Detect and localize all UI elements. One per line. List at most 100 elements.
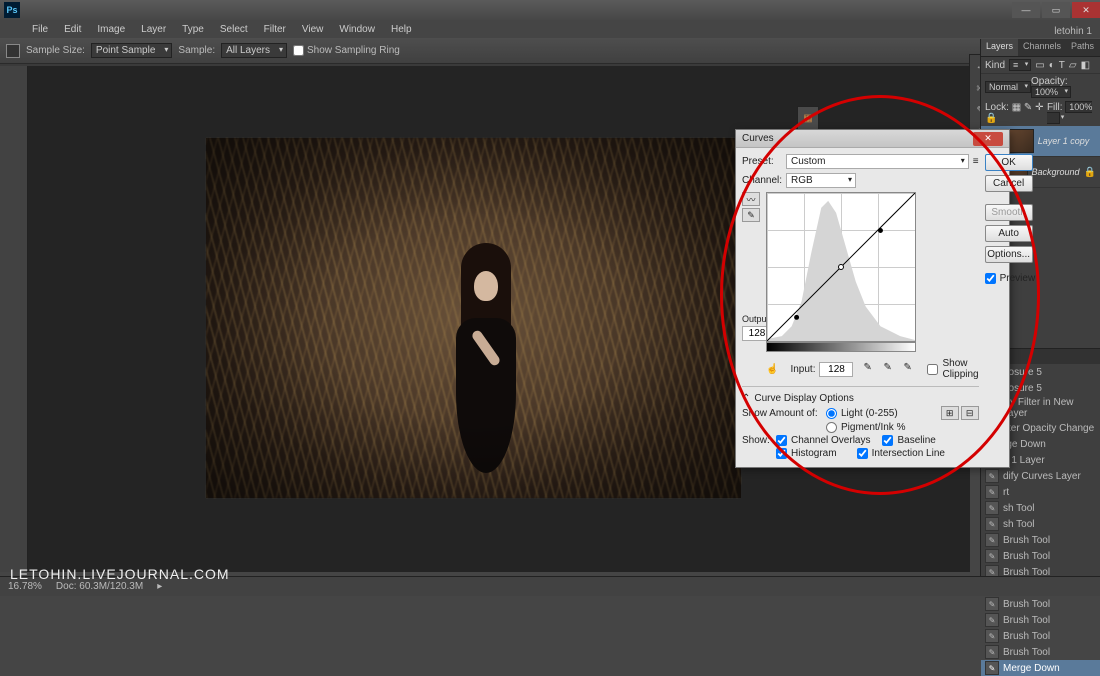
filter-adjust-icon[interactable]: ◐ (1049, 60, 1055, 71)
history-step-label: Merge Down (1003, 663, 1060, 674)
history-item[interactable]: ✎Brush Tool (981, 596, 1100, 612)
lock-pixels-icon[interactable]: ✎ (1024, 102, 1032, 113)
auto-button[interactable]: Auto (985, 225, 1033, 242)
menu-bar: File Edit Image Layer Type Select Filter… (0, 20, 1100, 38)
preset-menu-icon[interactable]: ≡ (973, 156, 979, 167)
history-item[interactable]: ✎Brush Tool (981, 532, 1100, 548)
history-step-label: Brush Tool (1003, 599, 1050, 610)
history-step-icon: ✎ (985, 501, 999, 515)
tab-paths[interactable]: Paths (1066, 39, 1099, 56)
history-item[interactable]: ✎dify Curves Layer (981, 468, 1100, 484)
history-item[interactable]: ✎Merge Down (981, 660, 1100, 676)
workspace-selector[interactable]: letohin 1 (1054, 26, 1092, 37)
blend-mode-select[interactable]: Normal (985, 81, 1031, 93)
sample-label: Sample: (178, 45, 215, 56)
history-step-label: Brush Tool (1003, 535, 1050, 546)
history-step-icon: ✎ (985, 517, 999, 531)
menu-type[interactable]: Type (174, 22, 212, 37)
dialog-close-button[interactable]: ✕ (973, 132, 1003, 146)
history-item[interactable]: ✎rt (981, 484, 1100, 500)
menu-select[interactable]: Select (212, 22, 256, 37)
filter-pixel-icon[interactable]: ▭ (1035, 60, 1044, 71)
lock-position-icon[interactable]: ✛ (1035, 102, 1043, 113)
show-ring-checkbox[interactable] (293, 45, 304, 56)
history-item[interactable]: ✎Brush Tool (981, 548, 1100, 564)
curve-pencil-tool-icon[interactable]: ✎ (742, 208, 760, 222)
ok-button[interactable]: OK (985, 154, 1033, 171)
preset-label: Preset: (742, 156, 782, 167)
document-image (206, 138, 741, 498)
history-step-label: sh Tool (1003, 503, 1035, 514)
grid-simple-icon[interactable]: ⊞ (941, 406, 959, 420)
collapsed-panel-icon[interactable]: ▦ (797, 106, 819, 130)
preset-select[interactable]: Custom (786, 154, 969, 169)
curve-point-tool-icon[interactable]: 〰 (742, 192, 760, 206)
menu-layer[interactable]: Layer (133, 22, 174, 37)
history-item[interactable]: ✎Brush Tool (981, 644, 1100, 660)
window-close[interactable]: ✕ (1072, 2, 1100, 18)
histogram-checkbox[interactable] (776, 448, 787, 459)
opacity-input[interactable]: 100% (1031, 86, 1071, 98)
lock-transparent-icon[interactable]: ▦ (1012, 102, 1021, 113)
input-label: Input: (790, 364, 815, 375)
menu-window[interactable]: Window (331, 22, 383, 37)
options-button[interactable]: Options... (985, 246, 1033, 263)
expand-icon[interactable]: ⌃ (742, 393, 750, 404)
light-radio[interactable] (826, 408, 837, 419)
channel-overlays-checkbox[interactable] (776, 435, 787, 446)
white-point-eyedropper-icon[interactable]: ✎ (903, 362, 917, 376)
sample-size-select[interactable]: Point Sample (91, 43, 172, 58)
channel-overlays-label: Channel Overlays (791, 435, 870, 446)
menu-help[interactable]: Help (383, 22, 420, 37)
sample-select[interactable]: All Layers (221, 43, 287, 58)
pigment-label: Pigment/Ink % (841, 422, 905, 433)
preview-checkbox[interactable] (985, 273, 996, 284)
channel-label: Channel: (742, 175, 782, 186)
input-gradient[interactable] (766, 342, 916, 352)
window-minimize[interactable]: — (1012, 2, 1040, 18)
history-item[interactable]: ✎Brush Tool (981, 628, 1100, 644)
menu-view[interactable]: View (294, 22, 332, 37)
menu-edit[interactable]: Edit (56, 22, 89, 37)
show-label: Show: (742, 435, 772, 446)
history-item[interactable]: ✎ sh Tool (981, 500, 1100, 516)
cancel-button[interactable]: Cancel (985, 175, 1033, 192)
input-input[interactable] (819, 362, 853, 377)
channel-select[interactable]: RGB (786, 173, 856, 188)
app-logo: Ps (4, 2, 20, 18)
baseline-checkbox[interactable] (882, 435, 893, 446)
intersection-checkbox[interactable] (857, 448, 868, 459)
menu-file[interactable]: File (24, 22, 56, 37)
lock-all-icon[interactable]: 🔒 (985, 113, 997, 124)
histogram-label: Histogram (791, 448, 837, 459)
history-item[interactable]: ✎Brush Tool (981, 612, 1100, 628)
smooth-button[interactable]: Smooth (985, 204, 1033, 221)
left-toolbar (0, 66, 28, 572)
on-image-tool-icon[interactable]: ☝ (766, 364, 778, 375)
filter-shape-icon[interactable]: ▱ (1069, 60, 1077, 71)
window-maximize[interactable]: ▭ (1042, 2, 1070, 18)
layer-name[interactable]: Background (1032, 167, 1080, 177)
gray-point-eyedropper-icon[interactable]: ✎ (883, 362, 897, 376)
history-step-icon: ✎ (985, 549, 999, 563)
options-bar: Sample Size: Point Sample Sample: All La… (0, 38, 1100, 64)
grid-detailed-icon[interactable]: ⊟ (961, 406, 979, 420)
pigment-radio[interactable] (826, 422, 837, 433)
layer-name[interactable]: Layer 1 copy (1038, 136, 1090, 146)
history-step-icon: ✎ (985, 645, 999, 659)
filter-smart-icon[interactable]: ◧ (1081, 60, 1090, 71)
curves-graph[interactable] (766, 192, 916, 342)
history-step-icon: ✎ (985, 613, 999, 627)
tab-channels[interactable]: Channels (1018, 39, 1066, 56)
filter-type-icon[interactable]: T (1059, 60, 1065, 71)
show-clipping-checkbox[interactable] (927, 364, 938, 375)
menu-filter[interactable]: Filter (256, 22, 294, 37)
zoom-level[interactable]: 16.78% (8, 581, 42, 592)
doc-size[interactable]: Doc: 60.3M/120.3M (56, 581, 143, 592)
menu-image[interactable]: Image (89, 22, 133, 37)
tab-layers[interactable]: Layers (981, 39, 1018, 56)
black-point-eyedropper-icon[interactable]: ✎ (863, 362, 877, 376)
kind-filter[interactable]: ≡ (1009, 59, 1031, 71)
history-item[interactable]: ✎sh Tool (981, 516, 1100, 532)
display-options-label: Curve Display Options (754, 393, 853, 404)
